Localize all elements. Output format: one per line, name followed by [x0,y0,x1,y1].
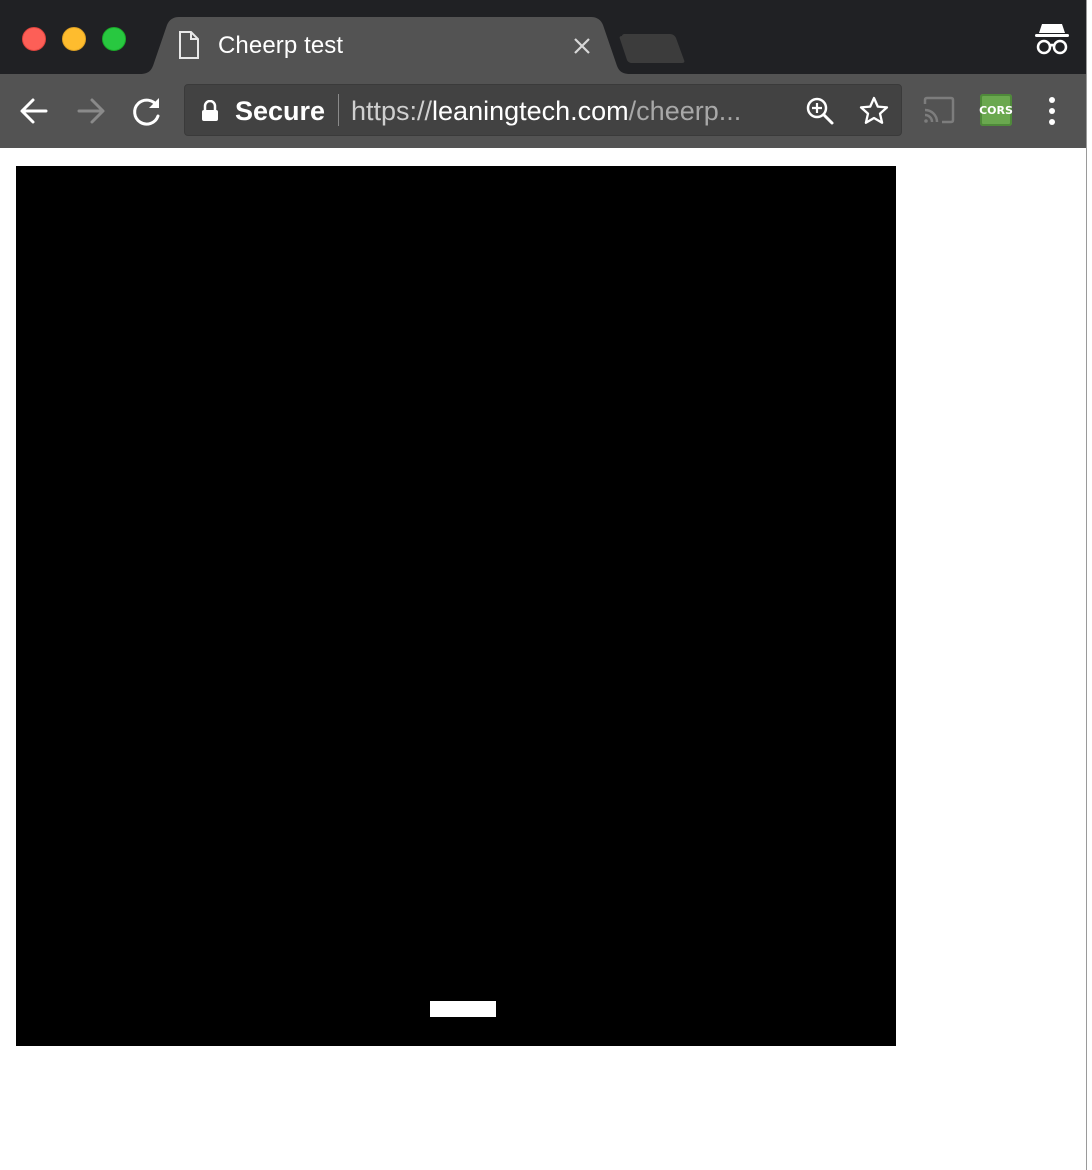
security-label[interactable]: Secure [235,96,325,127]
page-content [0,148,1086,1170]
browser-toolbar: Secure https://leaningtech.com/cheerp... [0,74,1086,148]
forward-arrow-icon[interactable] [74,94,108,128]
new-tab-button[interactable] [618,34,688,69]
url-text[interactable]: https://leaningtech.com/cheerp... [351,96,741,127]
cors-extension-icon[interactable]: CORS [979,94,1013,126]
url-scheme: https:// [351,96,433,126]
zoom-icon[interactable] [805,96,835,126]
active-tab[interactable]: Cheerp test [140,17,630,74]
cast-icon[interactable] [922,96,956,129]
lock-icon[interactable] [201,99,219,127]
reload-icon[interactable] [130,94,164,128]
title-bar: Cheerp test [0,0,1086,74]
omnibox-divider [338,94,339,126]
url-host: leaningtech.com [432,96,629,126]
maximize-window-button[interactable] [102,27,126,51]
menu-dots-icon[interactable] [1040,94,1064,128]
address-bar[interactable]: Secure https://leaningtech.com/cheerp... [184,84,902,136]
minimize-window-button[interactable] [62,27,86,51]
back-arrow-icon[interactable] [17,94,51,128]
close-icon[interactable] [572,36,592,56]
page-icon [178,31,200,64]
game-canvas[interactable] [16,166,896,1046]
close-window-button[interactable] [22,27,46,51]
tab-title: Cheerp test [218,32,344,59]
browser-window: Cheerp test Secure https://leaningtech.c… [0,0,1087,1170]
game-paddle [430,1001,496,1017]
bookmark-star-icon[interactable] [858,95,890,127]
tab-shape [140,17,630,74]
url-path: /cheerp... [628,96,742,126]
incognito-icon [1032,20,1072,61]
